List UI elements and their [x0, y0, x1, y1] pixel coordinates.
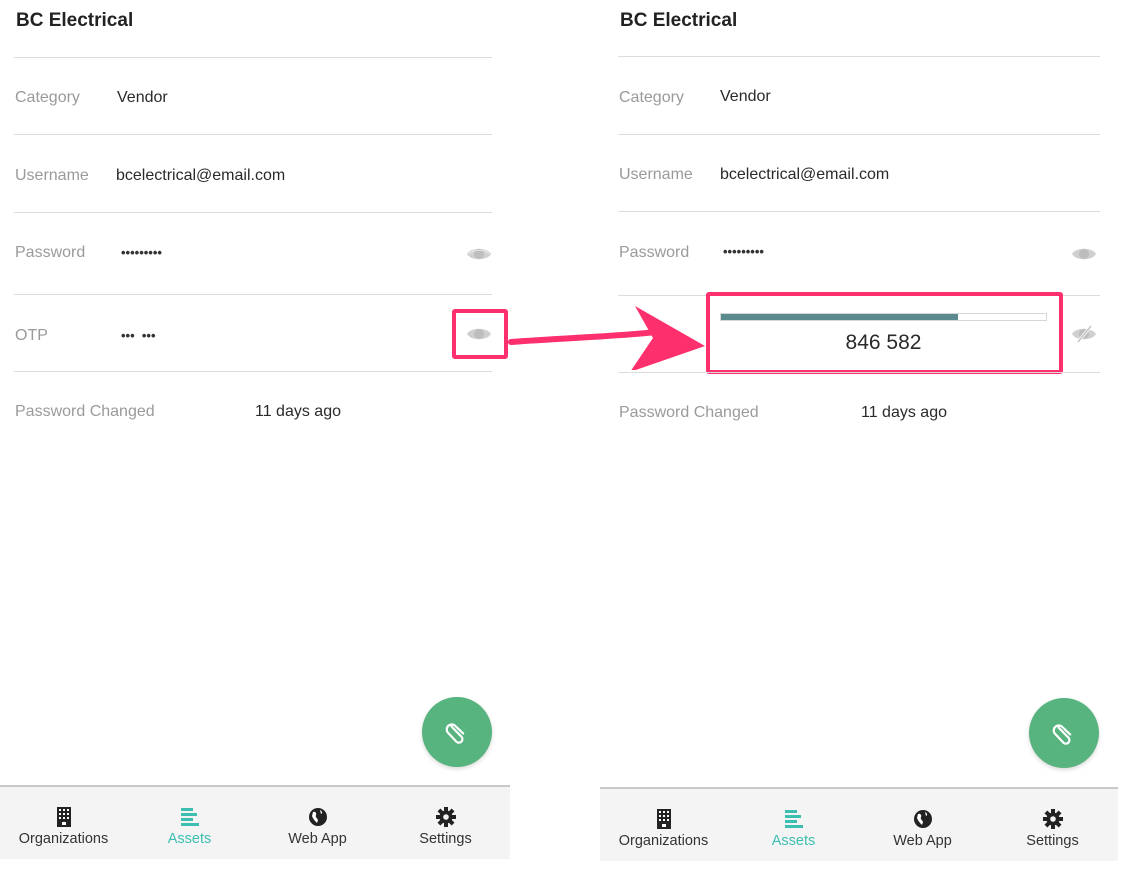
category-label: Category — [15, 89, 80, 106]
divider — [618, 134, 1100, 135]
nav-item-assets[interactable]: Assets — [126, 787, 253, 857]
bottom-nav: Organizations Assets Web App Settings — [0, 785, 510, 859]
nav-label: Settings — [419, 831, 472, 847]
nav-label: Assets — [167, 831, 212, 847]
password-label: Password — [15, 244, 86, 261]
username-label: Username — [15, 167, 89, 184]
password-changed-label: Password Changed — [619, 404, 759, 421]
password-changed-value: 11 days ago — [861, 404, 947, 421]
page-title: BC Electrical — [620, 10, 738, 31]
nav-label: Assets — [771, 833, 816, 849]
divider — [14, 212, 492, 213]
nav-label: Web App — [893, 833, 952, 849]
highlight-box — [452, 309, 508, 359]
nav-label: Organizations — [18, 831, 109, 847]
username-label: Username — [619, 166, 693, 183]
globe-icon — [913, 810, 932, 828]
before-panel: BC Electrical Category Vendor Username b… — [0, 0, 512, 874]
category-value: Vendor — [117, 89, 168, 106]
building-icon — [656, 809, 671, 829]
nav-item-web-app[interactable]: Web App — [254, 787, 381, 857]
eye-icon[interactable] — [466, 245, 492, 263]
nav-label: Web App — [288, 831, 347, 847]
password-changed-value: 11 days ago — [255, 403, 341, 420]
eye-icon[interactable] — [1071, 245, 1097, 263]
nav-item-web-app[interactable]: Web App — [859, 789, 986, 859]
username-value[interactable]: bcelectrical@email.com — [720, 166, 889, 184]
paperclip-icon — [1052, 724, 1072, 745]
nav-label: Organizations — [618, 833, 709, 849]
page-title: BC Electrical — [16, 10, 134, 31]
paperclip-icon — [445, 723, 465, 744]
nav-item-organizations[interactable]: Organizations — [600, 789, 727, 859]
building-icon — [56, 807, 71, 827]
gear-icon — [1042, 809, 1063, 829]
list-icon — [784, 810, 803, 828]
highlight-box — [706, 292, 1063, 374]
bottom-nav: Organizations Assets Web App Settings — [600, 787, 1118, 861]
nav-item-settings[interactable]: Settings — [382, 787, 509, 857]
password-changed-label: Password Changed — [15, 403, 155, 420]
password-value: ••••••••• — [121, 245, 162, 260]
eye-slash-icon[interactable] — [1071, 325, 1097, 343]
divider — [618, 372, 1100, 373]
password-value: ••••••••• — [723, 244, 764, 259]
divider — [618, 211, 1100, 212]
nav-item-assets[interactable]: Assets — [730, 789, 857, 859]
attach-fab-button[interactable] — [1029, 698, 1099, 768]
password-label: Password — [619, 244, 690, 261]
nav-label: Settings — [1026, 833, 1079, 849]
divider — [618, 56, 1100, 57]
attach-fab-button[interactable] — [422, 697, 492, 767]
otp-value: ••• ••• — [121, 328, 156, 343]
category-value: Vendor — [720, 88, 771, 105]
nav-item-organizations[interactable]: Organizations — [0, 787, 127, 857]
otp-label: OTP — [15, 327, 48, 344]
gear-icon — [435, 807, 456, 827]
divider — [14, 57, 492, 58]
divider — [14, 371, 492, 372]
after-panel: BC Electrical Category Vendor Username b… — [600, 0, 1120, 874]
divider — [14, 294, 492, 295]
category-label: Category — [619, 89, 684, 106]
nav-item-settings[interactable]: Settings — [989, 789, 1116, 859]
divider — [14, 134, 492, 135]
username-value[interactable]: bcelectrical@email.com — [116, 167, 285, 185]
globe-icon — [308, 808, 327, 826]
list-icon — [180, 808, 199, 826]
